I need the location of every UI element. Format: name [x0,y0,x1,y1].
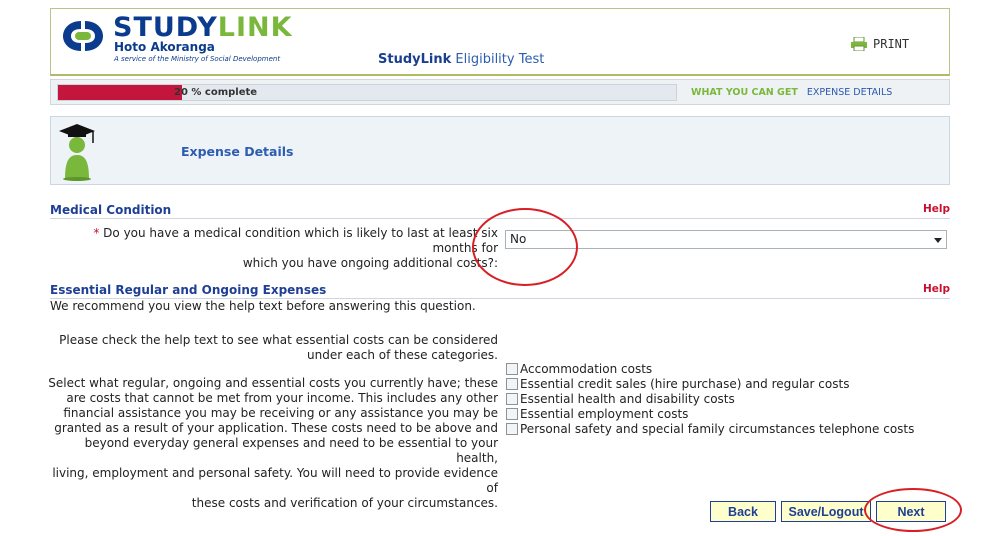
progress-track: 20 % complete [57,84,677,101]
save-logout-button[interactable]: Save/Logout [781,501,871,522]
brand-tagline: A service of the Ministry of Social Deve… [114,55,281,63]
medical-section-header: Medical Condition Help [50,203,950,219]
printer-icon [851,37,867,51]
medical-question-label: * Do you have a medical condition which … [93,226,498,270]
expense-option[interactable]: Essential credit sales (hire purchase) a… [506,376,914,391]
step-current: WHAT YOU CAN GET [691,87,798,98]
step-next: EXPENSE DETAILS [806,87,893,98]
expense-checkbox-list: Accommodation costs Essential credit sal… [506,361,914,436]
brand-subtitle: Hoto Akoranga [114,40,215,54]
print-button[interactable]: PRINT [851,37,909,51]
page-title: StudyLink Eligibility Test [378,52,545,67]
medical-section-title: Medical Condition [50,203,172,217]
section-title: Expense Details [181,144,294,159]
progress-label: 20 % complete [174,87,258,98]
section-banner: Expense Details [50,116,950,185]
expenses-instructions: Select what regular, ongoing and essenti… [48,376,498,510]
medical-help-link[interactable]: Help [923,203,950,215]
site-header: STUDYLINK Hoto Akoranga A service of the… [50,8,950,76]
expenses-help-text: Please check the help text to see what e… [59,333,498,362]
medical-condition-value: No [510,232,527,246]
print-label: PRINT [873,37,910,51]
progress-bar-container: 20 % complete WHAT YOU CAN GET EXPENSE D… [50,79,950,105]
brand-wordmark: STUDYLINK [113,12,293,43]
graduate-icon [59,124,95,181]
expense-checkbox[interactable] [506,377,518,390]
studylink-logo-icon [63,21,103,51]
expenses-help-link[interactable]: Help [923,283,950,295]
expenses-section-header: Essential Regular and Ongoing Expenses H… [50,283,950,299]
medical-condition-select[interactable]: No [505,230,947,249]
expense-option[interactable]: Essential employment costs [506,406,914,421]
expense-checkbox[interactable] [506,362,518,375]
progress-steps: WHAT YOU CAN GET EXPENSE DETAILS [691,87,892,98]
expense-option[interactable]: Essential health and disability costs [506,391,914,406]
expense-checkbox[interactable] [506,392,518,405]
expenses-section-title: Essential Regular and Ongoing Expenses [50,283,327,297]
expense-checkbox[interactable] [506,422,518,435]
next-button[interactable]: Next [876,501,946,522]
dropdown-arrow-icon [934,238,942,243]
expenses-recommendation: We recommend you view the help text befo… [50,299,476,313]
back-button[interactable]: Back [710,501,776,522]
expense-checkbox[interactable] [506,407,518,420]
expense-option[interactable]: Personal safety and special family circu… [506,421,914,436]
progress-fill [58,85,182,100]
expense-option[interactable]: Accommodation costs [506,361,914,376]
